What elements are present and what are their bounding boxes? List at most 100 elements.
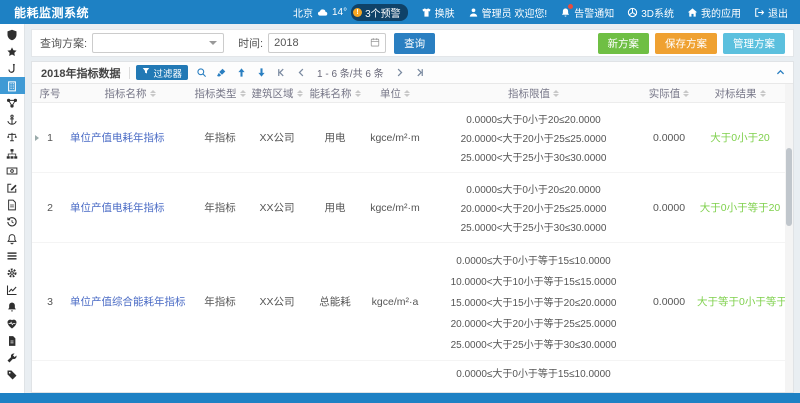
document-icon <box>6 199 18 211</box>
manage-scheme-button[interactable]: 管理方案 <box>723 33 785 54</box>
time-input[interactable]: 2018 <box>268 33 386 53</box>
table-toolbar: 2018年指标数据 过滤器 1 - 6 条/共 6 条 <box>32 62 793 84</box>
limit-line: 0.0000≤大于0小于等于15≤10.0000 <box>426 252 641 267</box>
save-scheme-button[interactable]: 保存方案 <box>655 33 717 54</box>
table-body-wrap: 序号 指标名称 指标类型 建筑区域 能耗名称 单位 指标限值 实际值 对标结果 … <box>32 84 793 392</box>
cell-limits: 0.0000≤大于0小于20≤20.0000 20.0000<大于20小于25≤… <box>426 173 641 242</box>
org-chart-icon <box>6 148 18 160</box>
menu-item-skin[interactable]: 换肤 <box>421 5 455 20</box>
move-down-icon[interactable] <box>254 66 268 80</box>
sort-icon <box>760 90 766 97</box>
search-icon[interactable] <box>194 66 208 80</box>
cell-indicator-name-link[interactable]: 单位产值电耗年指标 <box>68 200 192 215</box>
table-row: 3 单位产值综合能耗年指标 年指标 XX公司 总能耗 kgce/m²·a 0.0… <box>32 243 793 361</box>
sort-icon <box>404 90 410 97</box>
sidebar-item-building-active[interactable] <box>0 77 25 94</box>
sidebar-item-chart[interactable] <box>0 281 25 298</box>
column-header-energy[interactable]: 能耗名称 <box>306 86 364 101</box>
next-page-icon[interactable] <box>393 66 407 80</box>
column-header-limit[interactable]: 指标限值 <box>426 86 641 101</box>
time-label: 时间: <box>238 35 263 51</box>
cell-limits: 0.0000≤大于0小于20≤20.0000 20.0000<大于20小于25≤… <box>426 103 641 172</box>
sidebar-item-anchor[interactable] <box>0 111 25 128</box>
warning-count-badge[interactable]: ! 3个预警 <box>351 4 408 21</box>
sidebar-item-settings[interactable] <box>0 264 25 281</box>
sort-icon <box>553 90 559 97</box>
new-scheme-button[interactable]: 新方案 <box>598 33 650 54</box>
menu-item-alarm[interactable]: 告警通知 <box>560 5 614 20</box>
app-title: 能耗监测系统 <box>14 4 89 21</box>
cell-unit: kgce/m²·a <box>364 296 426 308</box>
column-header-type[interactable]: 指标类型 <box>192 86 248 101</box>
sidebar-item-edit[interactable] <box>0 179 25 196</box>
cell-area: XX公司 <box>248 294 306 309</box>
main-area: 查询方案: 时间: 2018 查询 新方案 保存方案 管理方案 2018年指标数… <box>25 24 800 393</box>
menu-item-logout[interactable]: 退出 <box>754 5 788 20</box>
sidebar-item-hook[interactable] <box>0 60 25 77</box>
shield-icon <box>6 29 18 41</box>
scrollbar-thumb[interactable] <box>786 148 792 226</box>
last-page-icon[interactable] <box>413 66 427 80</box>
cell-indicator-name-link[interactable]: 单位产值电耗年指标 <box>68 130 192 145</box>
row-expand-arrow[interactable] <box>35 135 39 141</box>
history-icon <box>6 216 18 228</box>
sidebar-item-money[interactable] <box>0 162 25 179</box>
prev-page-icon[interactable] <box>294 66 308 80</box>
sidebar-item-tag[interactable] <box>0 366 25 383</box>
cell-limits: 0.0000≤大于0小于等于15≤10.0000 <box>426 361 641 392</box>
column-header-unit[interactable]: 单位 <box>364 86 426 101</box>
table-row: 2 单位产值电耗年指标 年指标 XX公司 用电 kgce/m²·m 0.0000… <box>32 173 793 243</box>
collapse-panel-icon[interactable] <box>773 66 787 80</box>
sidebar-item-bell-outline[interactable] <box>0 230 25 247</box>
weather-widget: 北京 14° ! 3个预警 <box>293 4 408 21</box>
table-title: 2018年指标数据 <box>41 65 120 81</box>
menu-item-my-apps[interactable]: 我的应用 <box>687 5 741 20</box>
sidebar-item-star[interactable] <box>0 43 25 60</box>
sidebar-item-shield[interactable] <box>0 26 25 43</box>
time-input-value: 2018 <box>274 37 298 49</box>
shirt-icon <box>421 7 432 18</box>
sidebar-item-document[interactable] <box>0 196 25 213</box>
first-page-icon[interactable] <box>274 66 288 80</box>
home-icon <box>687 7 698 18</box>
sidebar-item-tools[interactable] <box>0 349 25 366</box>
column-header-area[interactable]: 建筑区域 <box>248 86 306 101</box>
sidebar-item-org-chart[interactable] <box>0 145 25 162</box>
column-header-no: 序号 <box>32 86 68 101</box>
sort-icon <box>297 90 303 97</box>
sidebar-item-scale[interactable] <box>0 128 25 145</box>
clear-filter-icon[interactable] <box>214 66 228 80</box>
warning-count-label: 3个预警 <box>365 5 401 20</box>
column-header-actual[interactable]: 实际值 <box>641 86 697 101</box>
sidebar-item-menu[interactable] <box>0 247 25 264</box>
menu-item-skin-label: 换肤 <box>435 5 455 20</box>
vertical-scrollbar[interactable] <box>785 84 793 392</box>
cell-indicator-name-link[interactable]: 单位产值综合能耗年指标 <box>68 294 192 309</box>
column-header-name[interactable]: 指标名称 <box>68 86 192 101</box>
menu-item-3d-label: 3D系统 <box>641 5 674 20</box>
sidebar-item-history[interactable] <box>0 213 25 230</box>
cell-energy: 用电 <box>306 200 364 215</box>
sidebar-item-health[interactable] <box>0 315 25 332</box>
balance-scale-icon <box>6 131 18 143</box>
heart-pulse-icon <box>6 318 18 330</box>
scheme-select[interactable] <box>92 33 224 53</box>
menu-item-user[interactable]: 管理员 欢迎您! <box>468 5 548 20</box>
cell-area: XX公司 <box>248 130 306 145</box>
menu-item-alarm-label: 告警通知 <box>574 5 614 20</box>
chart-line-icon <box>6 284 18 296</box>
cell-actual: 0.0000 <box>641 202 697 214</box>
menu-item-3d-system[interactable]: 3D系统 <box>627 5 674 20</box>
bell-filled-icon <box>6 301 18 313</box>
cell-actual: 0.0000 <box>641 132 697 144</box>
sidebar-item-file[interactable] <box>0 332 25 349</box>
search-button[interactable]: 查询 <box>394 33 435 54</box>
column-header-result[interactable]: 对标结果 <box>697 86 783 101</box>
sort-icon <box>355 90 361 97</box>
sidebar-item-bell[interactable] <box>0 298 25 315</box>
limit-line: 0.0000≤大于0小于20≤20.0000 <box>426 181 641 196</box>
limit-line: 20.0000<大于20小于25≤25.0000 <box>426 200 641 215</box>
sidebar-item-share[interactable] <box>0 94 25 111</box>
move-up-icon[interactable] <box>234 66 248 80</box>
filter-button[interactable]: 过滤器 <box>136 65 188 80</box>
